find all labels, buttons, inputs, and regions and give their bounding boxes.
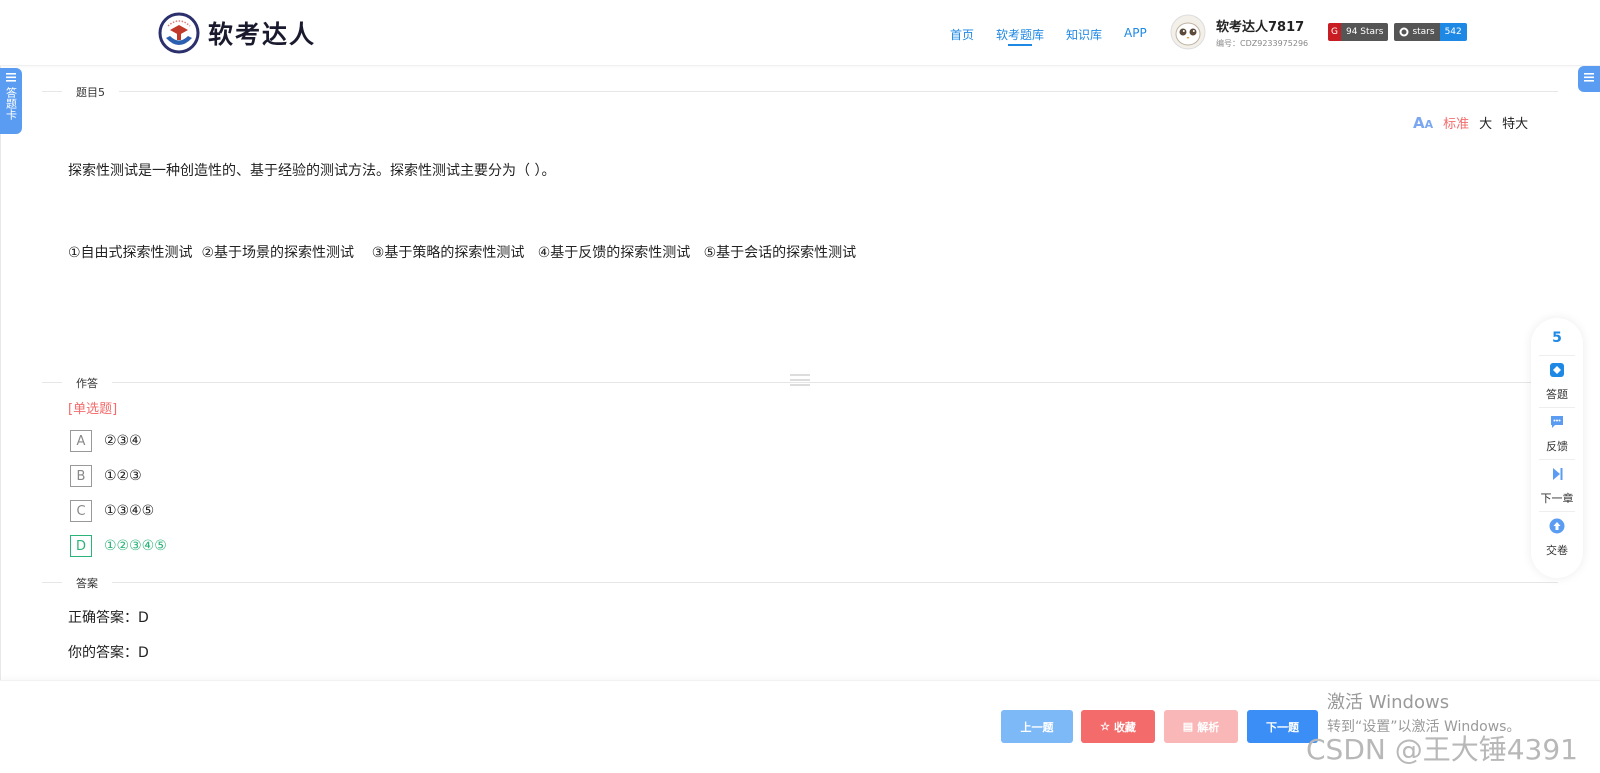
repo-badges: G 94 Stars stars 542 (1328, 23, 1473, 41)
page: 软考达人 首页 软考题库 知识库 APP 软考达人7817 编号：CDZ9233… (0, 0, 1600, 773)
favorite-button[interactable]: ☆ 收藏 (1081, 710, 1155, 743)
feedback-button[interactable]: 反馈 (1539, 408, 1575, 460)
gitee-stars-count: 94 Stars (1340, 23, 1389, 41)
font-size-large[interactable]: 大 (1479, 113, 1492, 132)
next-chapter-label: 下一章 (1540, 492, 1574, 505)
answer-card-tab[interactable]: 答题卡 (0, 68, 22, 134)
question-stem: 探索性测试是一种创造性的、基于经验的测试方法。探索性测试主要分为（ ）。 (68, 163, 556, 179)
menu-icon (1584, 73, 1594, 82)
font-size-standard[interactable]: 标准 (1443, 113, 1469, 132)
nav-home[interactable]: 首页 (950, 26, 974, 43)
choice-text: ①②③④⑤ (104, 538, 167, 554)
question-number: 题目5 (62, 84, 119, 100)
user-name: 软考达人7817 (1216, 19, 1305, 35)
answer-card-icon (1550, 363, 1564, 377)
submit-button[interactable]: 交卷 (1539, 512, 1575, 564)
github-stars-badge[interactable]: stars 542 (1394, 23, 1467, 41)
gitee-icon: G (1328, 23, 1341, 41)
next-chapter-icon (1553, 468, 1563, 480)
choice-text: ①②③ (104, 468, 142, 484)
windows-activation-title: 激活 Windows (1327, 692, 1450, 713)
answer-divider (42, 582, 1558, 583)
next-chapter-button[interactable]: 下一章 (1539, 460, 1575, 512)
nav-app[interactable]: APP (1124, 26, 1147, 43)
choice-letter: B (70, 465, 92, 487)
user-id: 编号：CDZ9233975296 (1216, 38, 1309, 48)
top-header: 软考达人 首页 软考题库 知识库 APP 软考达人7817 编号：CDZ9233… (0, 0, 1600, 66)
your-answer: 你的答案：D (68, 645, 149, 661)
right-menu-tab[interactable] (1578, 66, 1600, 92)
analysis-label: 解析 (1197, 721, 1220, 734)
logo-text: 软考达人 (208, 20, 317, 49)
avatar[interactable] (1170, 14, 1206, 50)
gitee-stars-badge[interactable]: G 94 Stars (1328, 23, 1389, 41)
github-stars-label: stars (1394, 23, 1440, 41)
floating-toolbar: 5 答题 反馈 下一章 交卷 (1531, 318, 1583, 578)
nav-question-bank[interactable]: 软考题库 (996, 26, 1044, 46)
document-icon: ▤ (1182, 721, 1194, 733)
star-icon: ☆ (1100, 721, 1110, 733)
logo-emblem-icon (158, 12, 200, 54)
choice-text: ①③④⑤ (104, 503, 155, 519)
csdn-watermark: CSDN @王大锤4391 (1306, 733, 1578, 766)
font-size-control: AA 标准 大 特大 (1413, 113, 1538, 133)
font-size-extra-large[interactable]: 特大 (1502, 113, 1528, 132)
question-type: [单选题] (68, 402, 118, 417)
prev-question-button[interactable]: 上一题 (1001, 710, 1073, 743)
feedback-label: 反馈 (1546, 440, 1568, 453)
choice-c[interactable]: C ①③④⑤ (70, 500, 154, 522)
answer-label: 答题 (1546, 388, 1568, 401)
answer-card-label: 答题卡 (4, 87, 18, 120)
choice-a[interactable]: A ②③④ (70, 430, 142, 452)
answer-area-label: 作答 (62, 375, 112, 391)
choice-d[interactable]: D ①②③④⑤ (70, 535, 167, 557)
content-left-border (0, 66, 1, 680)
choice-letter: A (70, 430, 92, 452)
site-logo[interactable]: 软考达人 (158, 12, 316, 54)
choice-letter: D (70, 535, 92, 557)
submit-icon (1549, 518, 1565, 534)
answer-button[interactable]: 答题 (1539, 356, 1575, 408)
question-divider (42, 91, 1558, 92)
font-size-icon: AA (1413, 113, 1434, 132)
user-profile[interactable]: 软考达人7817 编号：CDZ9233975296 (1170, 14, 1308, 50)
current-question-number: 5 (1539, 318, 1575, 356)
main-nav: 首页 软考题库 知识库 APP (950, 26, 1169, 46)
choice-text: ②③④ (104, 433, 142, 449)
choice-letter: C (70, 500, 92, 522)
submit-label: 交卷 (1546, 544, 1568, 557)
menu-icon (6, 73, 16, 82)
correct-answer: 正确答案：D (68, 610, 149, 626)
feedback-icon (1551, 416, 1563, 428)
github-icon (1399, 27, 1409, 37)
github-stars-count: 542 (1439, 23, 1467, 41)
choice-b[interactable]: B ①②③ (70, 465, 142, 487)
favorite-label: 收藏 (1113, 721, 1136, 734)
question-options-text: ①自由式探索性测试 ②基于场景的探索性测试 ③基于策略的探索性测试 ④基于反馈的… (68, 245, 857, 261)
answer-label: 答案 (62, 575, 112, 591)
nav-knowledge-base[interactable]: 知识库 (1066, 26, 1102, 43)
resize-handle[interactable] (790, 374, 810, 389)
analysis-button[interactable]: ▤ 解析 (1164, 710, 1238, 743)
